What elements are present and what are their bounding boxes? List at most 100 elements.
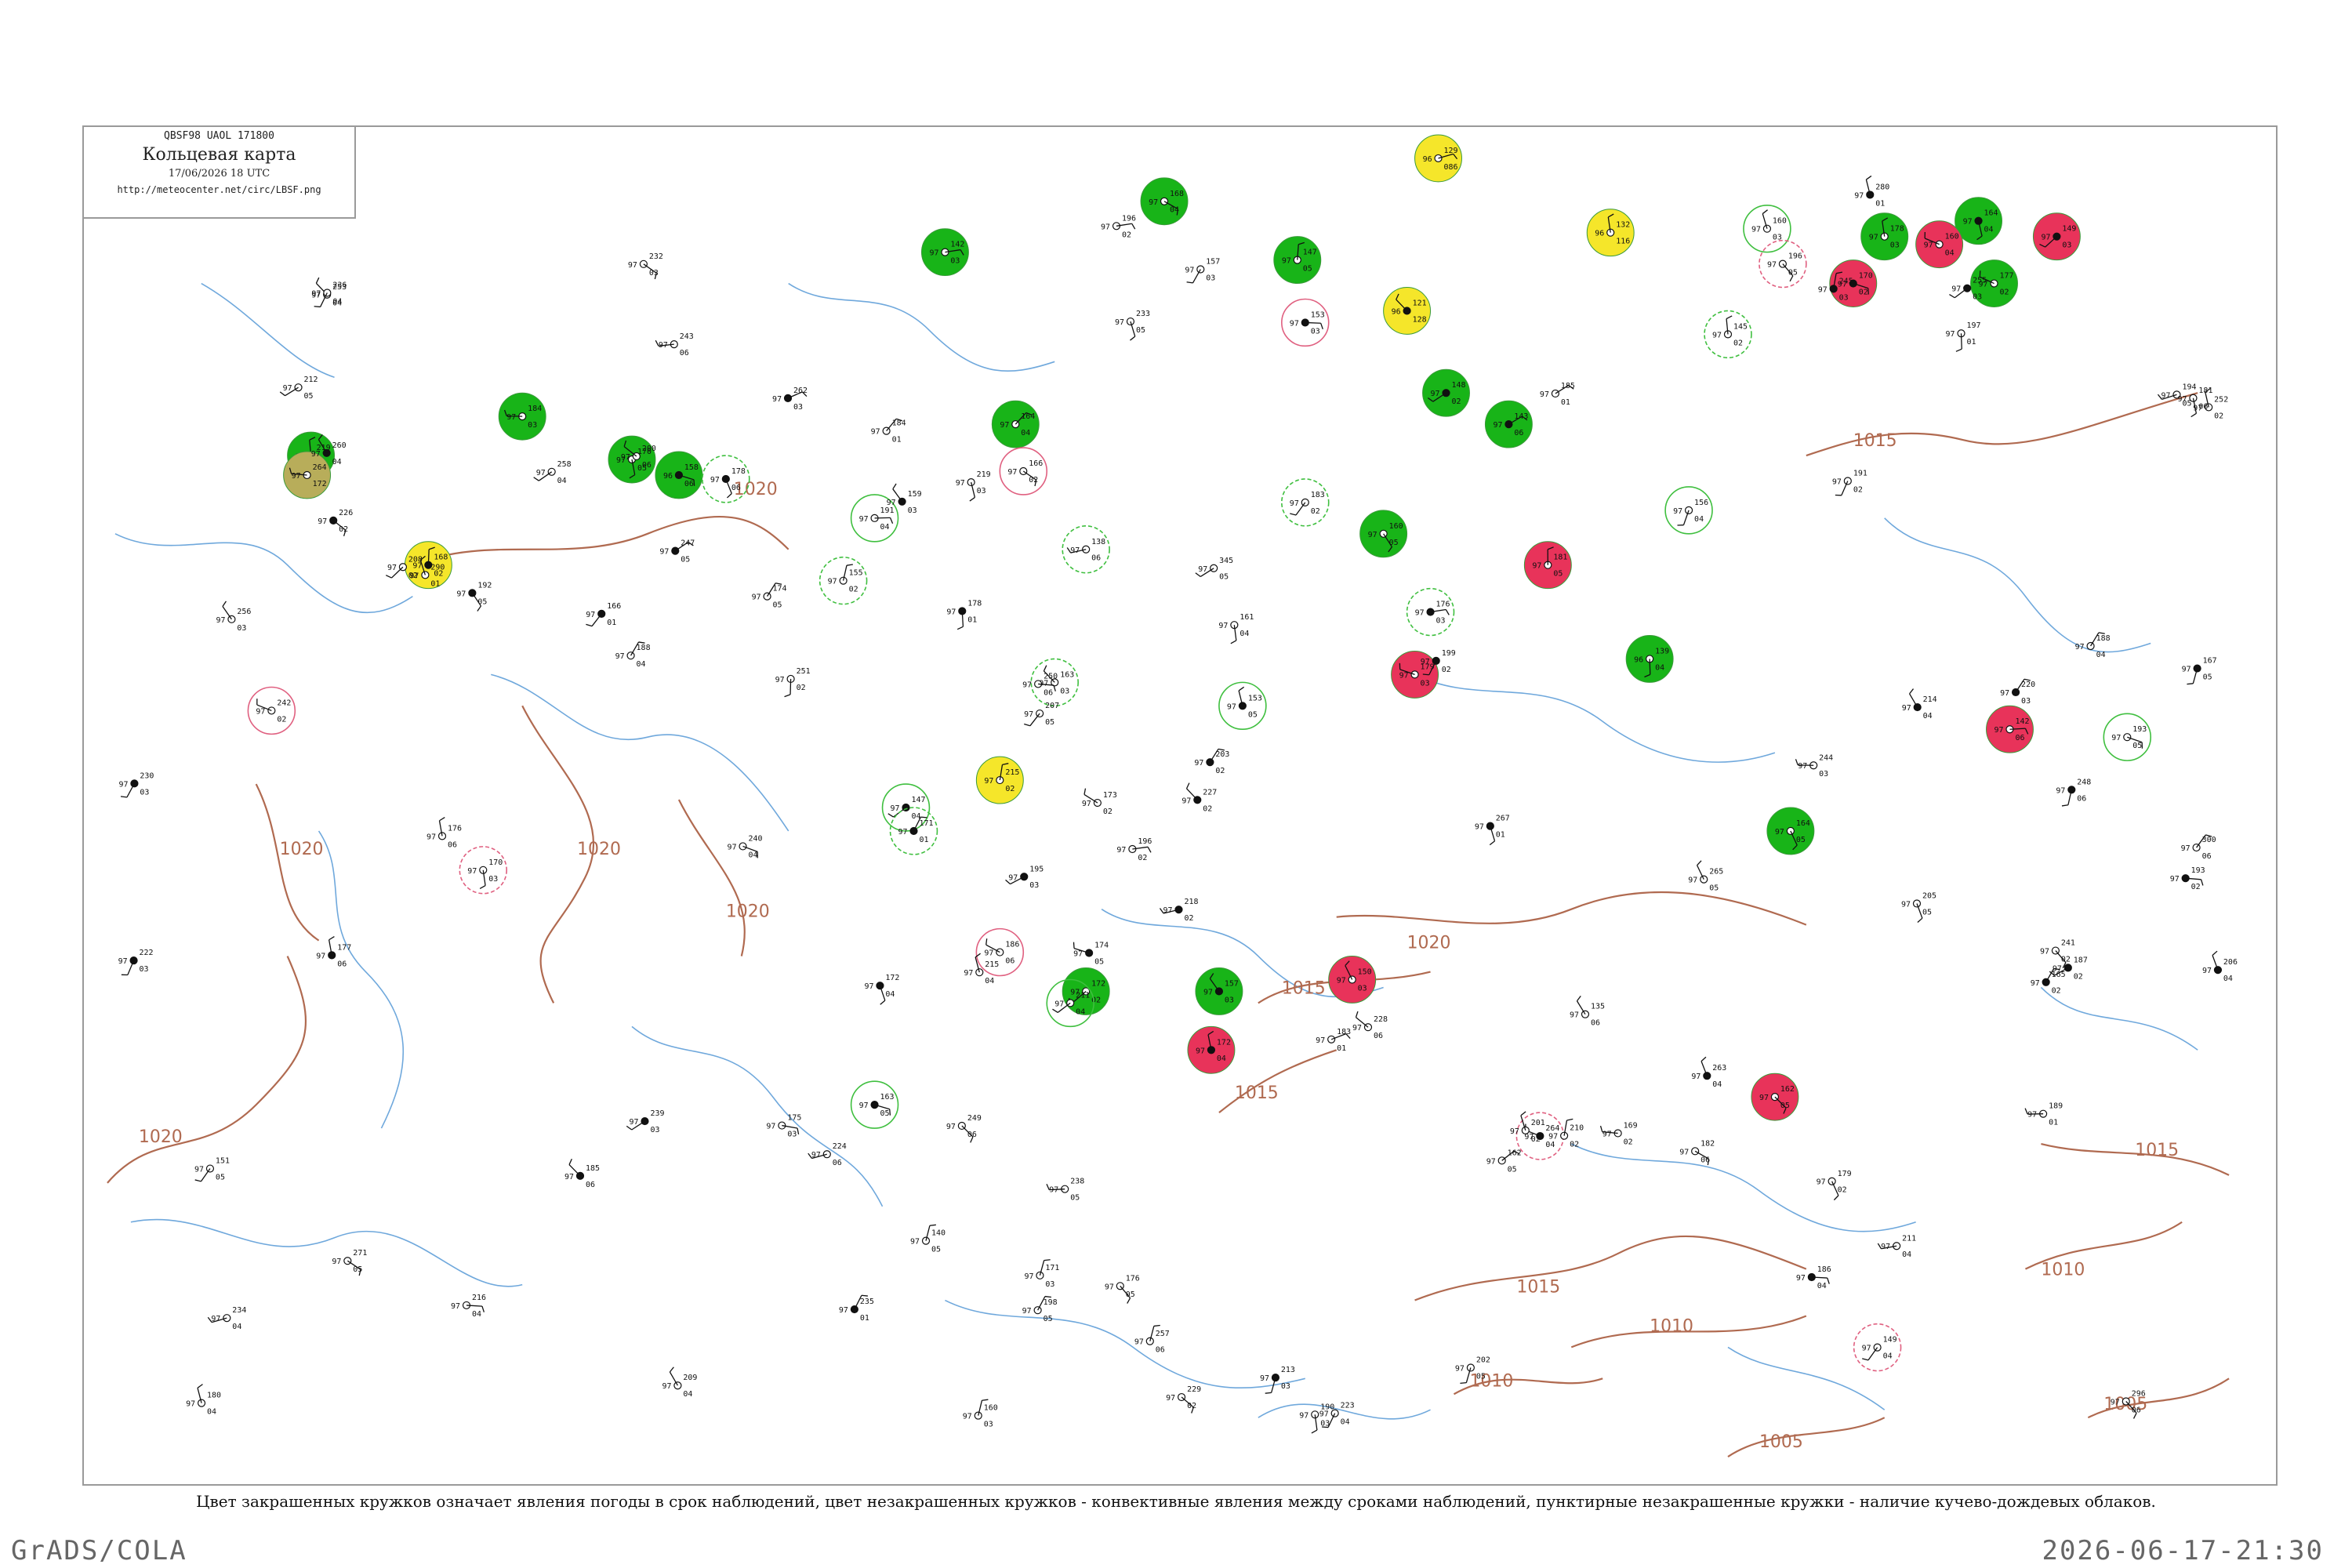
pressure-value: 245 bbox=[1839, 277, 1853, 285]
pressure-value: 160 bbox=[1389, 522, 1403, 531]
temp-value: 97 bbox=[1924, 241, 1933, 250]
wind-barb-feather bbox=[2190, 412, 2197, 418]
temp-value: 97 bbox=[2031, 979, 2040, 988]
pressure-value: 199 bbox=[1442, 649, 1456, 658]
station-plain: 174 97 05 bbox=[1073, 942, 1109, 966]
water-line bbox=[788, 282, 1055, 372]
temp-value: 96 bbox=[663, 472, 673, 481]
temp-value: 97 bbox=[586, 611, 595, 619]
tendency-value: 01 bbox=[919, 836, 928, 844]
source-url[interactable]: http://meteocenter.net/circ/LBSF.png bbox=[84, 184, 354, 195]
pressure-value: 151 bbox=[216, 1157, 230, 1166]
wind-barb-feather bbox=[1311, 1429, 1318, 1434]
station-plain: 251 97 02 bbox=[775, 667, 811, 698]
pressure-value: 164 bbox=[1021, 412, 1035, 421]
tendency-value: 04 bbox=[2223, 975, 2233, 983]
station-plain: 176 97 05 bbox=[1105, 1274, 1140, 1304]
pressure-value: 260 bbox=[332, 441, 347, 450]
temp-value: 97 bbox=[766, 1123, 775, 1131]
station-plain: 211 97 04 bbox=[1877, 1234, 1916, 1259]
temp-value: 97 bbox=[772, 395, 782, 404]
pressure-value: 230 bbox=[140, 771, 154, 780]
station-plain: 265 97 05 bbox=[1688, 860, 1723, 893]
tendency-value: 04 bbox=[885, 990, 895, 999]
temp-value: 96 bbox=[1423, 155, 1432, 164]
wind-barb-feather bbox=[1024, 723, 1031, 727]
pressure-value: 213 bbox=[1281, 1366, 1295, 1374]
isobar-label: 1020 bbox=[280, 840, 324, 859]
tendency-value: 04 bbox=[1712, 1080, 1722, 1089]
pressure-value: 244 bbox=[1819, 753, 1833, 762]
pressure-value: 235 bbox=[860, 1298, 874, 1306]
pressure-value: 166 bbox=[607, 602, 621, 611]
wind-barb-feather bbox=[1955, 348, 1962, 352]
station-ring-green: 176 97 03 bbox=[1406, 587, 1455, 637]
wind-barb-feather bbox=[194, 1179, 201, 1182]
station-plain: 224 97 06 bbox=[808, 1142, 847, 1167]
pressure-value: 182 bbox=[1700, 1139, 1715, 1148]
wind-barb-feather bbox=[1566, 1118, 1573, 1121]
tendency-value: 04 bbox=[1021, 429, 1030, 437]
pressure-value: 176 bbox=[1126, 1274, 1140, 1283]
isobar-label: 1015 bbox=[1235, 1083, 1279, 1103]
cloud-cover-symbol bbox=[876, 982, 884, 990]
isobar-line bbox=[1727, 1417, 1886, 1457]
tendency-value: 05 bbox=[304, 392, 314, 401]
tendency-value: 05 bbox=[216, 1174, 225, 1182]
station-red: 162 97 05 bbox=[1751, 1073, 1799, 1121]
water-line bbox=[1570, 1143, 1916, 1232]
pressure-value: 188 bbox=[637, 644, 651, 652]
station-plain: 214 97 04 bbox=[1902, 688, 1937, 720]
pressure-value: 211 bbox=[1076, 991, 1090, 1000]
temp-value: 97 bbox=[387, 564, 397, 572]
pressure-value: 224 bbox=[833, 1142, 847, 1151]
temp-value: 97 bbox=[2111, 734, 2121, 742]
station-plain: 178 97 01 bbox=[946, 599, 982, 630]
wind-barb-feather bbox=[1265, 1392, 1272, 1394]
tendency-value: 04 bbox=[232, 1323, 241, 1331]
tendency-value: 04 bbox=[1076, 1007, 1085, 1016]
temp-value: 97 bbox=[2053, 964, 2062, 973]
tendency-value: 02 bbox=[2052, 987, 2061, 996]
temp-value: 97 bbox=[1368, 531, 1377, 539]
temp-value: 97 bbox=[1082, 800, 1091, 808]
tendency-value: 05 bbox=[1508, 1165, 1517, 1174]
pressure-value: 184 bbox=[528, 405, 542, 413]
tendency-value: 03 bbox=[140, 788, 149, 797]
temp-value: 96 bbox=[1595, 230, 1604, 238]
station-plain: 267 97 01 bbox=[1475, 815, 1510, 846]
tendency-value: 04 bbox=[1984, 226, 1994, 234]
tendency-value: 04 bbox=[1694, 515, 1704, 524]
station-plain: 175 97 03 bbox=[766, 1114, 801, 1139]
cloud-cover-symbol bbox=[343, 1257, 352, 1265]
isobar-label: 1020 bbox=[1407, 934, 1451, 953]
station-green: 160 97 05 bbox=[1359, 510, 1408, 558]
temp-value: 97 bbox=[1881, 1243, 1890, 1251]
tendency-value: 02 bbox=[1029, 476, 1038, 485]
tendency-value: 02 bbox=[1859, 289, 1868, 297]
station-plain: 192 97 05 bbox=[456, 581, 492, 612]
station-plain: 236 97 04 bbox=[311, 281, 347, 308]
temp-value: 97 bbox=[2000, 689, 2009, 698]
temp-value: 97 bbox=[2111, 1398, 2120, 1406]
pressure-value: 193 bbox=[2132, 725, 2147, 734]
wind-barb-feather bbox=[1238, 686, 1245, 691]
pressure-value: 255 bbox=[1973, 277, 1987, 285]
tendency-value: 04 bbox=[880, 523, 890, 532]
wind-barb-feather bbox=[481, 1305, 485, 1312]
temp-value: 97 bbox=[1166, 1394, 1175, 1403]
station-plain: 232 97 03 bbox=[628, 252, 663, 280]
tendency-value: 01 bbox=[1561, 398, 1570, 407]
temp-value: 97 bbox=[963, 1413, 972, 1421]
tendency-value: 02 bbox=[277, 715, 286, 724]
station-ring-red: 196 97 05 bbox=[1759, 239, 1807, 289]
temp-value: 97 bbox=[1486, 1157, 1496, 1166]
temp-value: 97 bbox=[456, 590, 466, 598]
pressure-value: 232 bbox=[649, 252, 663, 261]
pressure-value: 172 bbox=[1091, 979, 1105, 988]
pressure-value: 149 bbox=[1883, 1336, 1897, 1345]
pressure-value: 192 bbox=[477, 581, 492, 590]
tendency-value: 03 bbox=[1839, 293, 1849, 302]
pressure-value: 162 bbox=[1780, 1085, 1795, 1094]
tendency-value: 05 bbox=[1303, 265, 1312, 274]
